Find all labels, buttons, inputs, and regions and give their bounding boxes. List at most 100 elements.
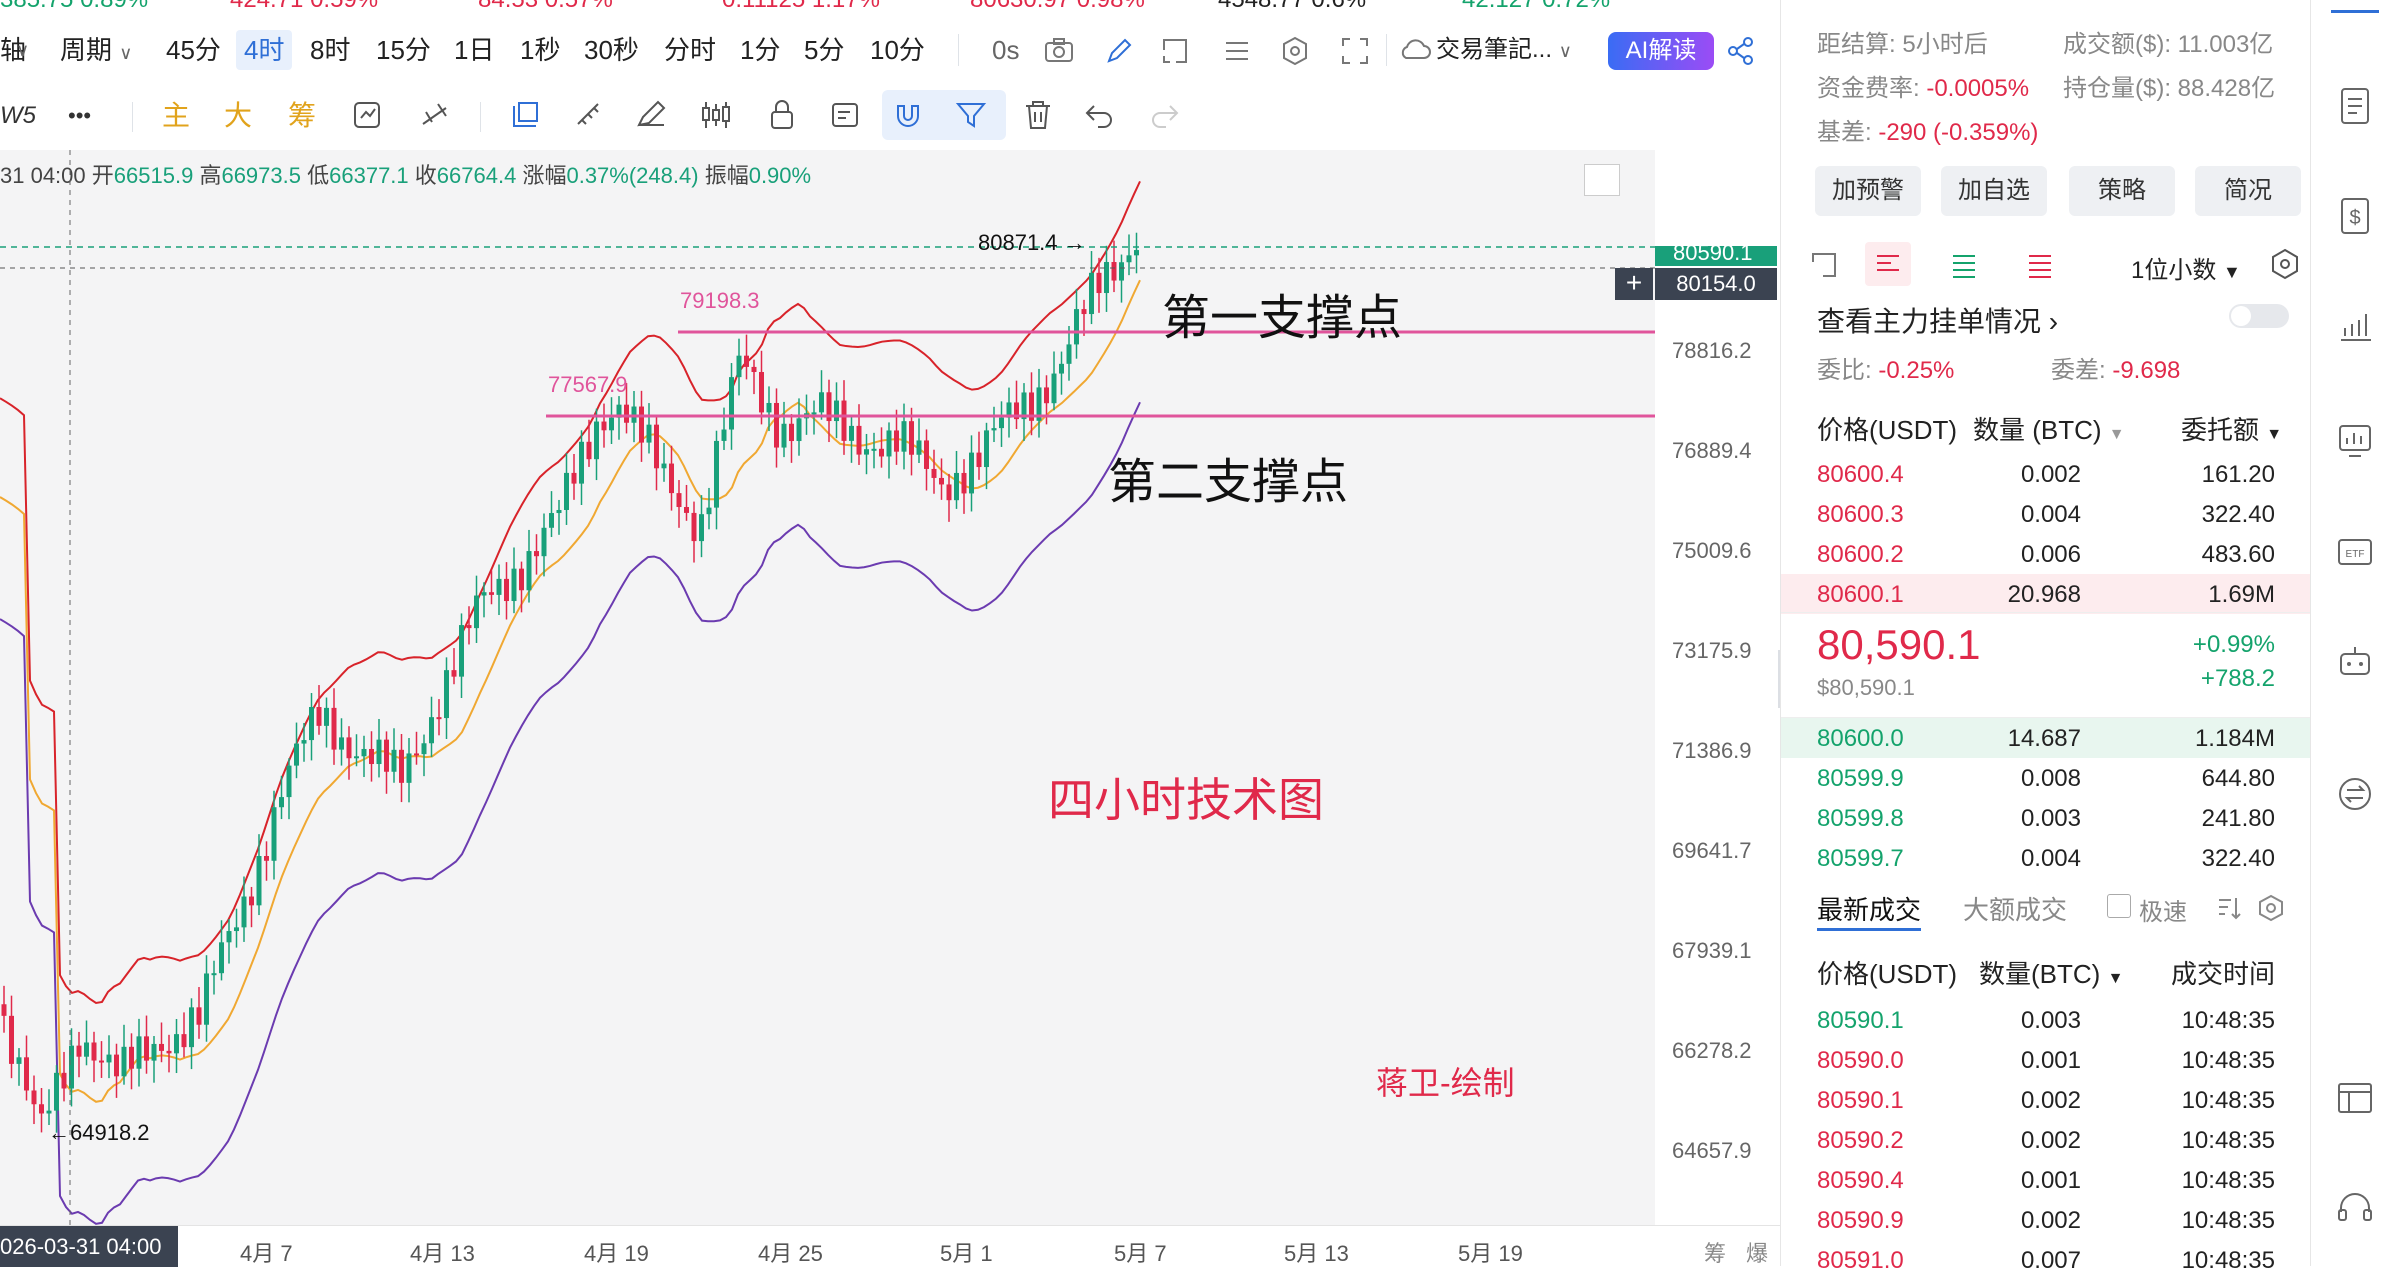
chip-distribution-button[interactable]: 筹 [288, 96, 316, 136]
period-30s[interactable]: 30秒 [584, 30, 639, 70]
time-axis[interactable]: 026-03-31 04:00 4月 7 4月 13 4月 19 4月 25 5… [0, 1225, 1780, 1267]
bid-row[interactable]: 80600.0 14.687 1.184M [1781, 718, 2311, 758]
tab-large-trades[interactable]: 大额成交 [1963, 890, 2067, 927]
settings-icon[interactable] [2269, 248, 2301, 280]
settings-icon[interactable] [1280, 36, 1310, 66]
ticker-item[interactable]: 385.75 0.89% [0, 0, 148, 14]
pencil-icon[interactable] [1104, 36, 1134, 66]
period-1d[interactable]: 1日 [454, 30, 494, 70]
period-10m[interactable]: 10分 [870, 30, 925, 70]
candle-body [879, 448, 884, 457]
main-indicator-button[interactable]: 主 [162, 96, 190, 136]
settings-icon[interactable] [2257, 894, 2285, 922]
cycle-dropdown[interactable]: 周期 ∨ [60, 30, 132, 70]
candle-body [316, 707, 322, 726]
sync-icon[interactable] [350, 98, 386, 134]
magnet-icon[interactable] [890, 98, 926, 134]
caret-down-icon: ▼ [2266, 426, 2283, 443]
period-4h[interactable]: 4时 [236, 30, 293, 70]
ruler-icon[interactable] [572, 98, 608, 134]
candle-body [819, 392, 824, 413]
ticker-item[interactable]: 0.11125 1.17% [722, 0, 880, 14]
bid-row[interactable]: 80599.9 0.008 644.80 [1781, 758, 2311, 798]
etf-icon[interactable]: ETF [2335, 532, 2375, 572]
trash-icon[interactable] [1020, 98, 1056, 134]
strategy-button[interactable]: 策略 [2069, 166, 2175, 216]
robot-icon[interactable] [2335, 642, 2375, 682]
orderbook-header-qty[interactable]: 数量 (BTC) ▼ [1973, 410, 2125, 447]
add-crosshair-icon[interactable]: + [1615, 268, 1653, 300]
chip-toggle[interactable]: 筹 [1704, 1236, 1726, 1268]
y-tick: 76889.4 [1672, 438, 1752, 463]
undo-icon[interactable] [1082, 98, 1118, 134]
ticker-item[interactable]: 424.71 0.59% [230, 0, 378, 14]
orderbook-header-amount[interactable]: 委托额 ▼ [2181, 410, 2282, 447]
candle-body [864, 449, 869, 455]
brush-icon[interactable] [634, 98, 670, 134]
candle-body [789, 423, 794, 442]
big-order-button[interactable]: 大 [224, 96, 252, 136]
redo-icon[interactable] [1146, 98, 1182, 134]
fast-mode-checkbox[interactable] [2107, 894, 2131, 918]
layout-icon[interactable] [2335, 1078, 2375, 1118]
ai-interpret-button[interactable]: AI解读 [1608, 32, 1714, 70]
dollar-doc-icon[interactable]: $ [2335, 196, 2375, 236]
ticker-item[interactable]: 84.53 0.57% [478, 0, 613, 14]
period-1s[interactable]: 1秒 [520, 30, 560, 70]
chart-up-icon[interactable] [2335, 306, 2375, 346]
headset-icon[interactable] [2335, 1188, 2375, 1228]
period-1m[interactable]: 1分 [740, 30, 780, 70]
ticker-item[interactable]: 80630.97 0.98% [970, 0, 1145, 14]
bid-row[interactable]: 80599.7 0.004 322.40 [1781, 838, 2311, 878]
main-orders-toggle[interactable] [2229, 304, 2289, 328]
more-icon[interactable]: ••• [68, 96, 91, 136]
add-watchlist-button[interactable]: 加自选 [1941, 166, 2047, 216]
liquidation-toggle[interactable]: 爆 [1746, 1236, 1768, 1268]
candles-icon[interactable] [698, 98, 734, 134]
period-15m[interactable]: 15分 [376, 30, 431, 70]
ask-row[interactable]: 80600.2 0.006 483.60 [1781, 534, 2311, 574]
measure-icon[interactable] [418, 98, 454, 134]
bid-row[interactable]: 80599.8 0.003 241.80 [1781, 798, 2311, 838]
orderbook-bids-icon[interactable] [1949, 250, 1979, 280]
frame-icon[interactable] [508, 98, 544, 134]
period-45m[interactable]: 45分 [166, 30, 221, 70]
trades-header-qty[interactable]: 数量(BTC) ▼ [1979, 954, 2123, 991]
main-orders-link[interactable]: 查看主力挂单情况 › [1817, 300, 2058, 340]
sort-icon[interactable] [2215, 894, 2243, 922]
transfer-icon[interactable] [2335, 774, 2375, 814]
tab-latest-trades[interactable]: 最新成交 [1817, 890, 1921, 927]
list-icon[interactable] [1222, 38, 1252, 64]
depth-view-icon[interactable] [1809, 250, 1839, 280]
ask-row[interactable]: 80600.3 0.004 322.40 [1781, 494, 2311, 534]
analytics-icon[interactable] [2335, 420, 2375, 460]
candle-body [1111, 262, 1117, 281]
period-toolbar: 轴 ∨ 周期 ∨ 45分 4时 8时 15分 1日 1秒 30秒 分时 1分 5… [0, 24, 1780, 76]
y-tick: 67939.1 [1672, 938, 1752, 963]
decimal-dropdown[interactable]: 1位小数 ▼ [2131, 250, 2241, 285]
ask-row[interactable]: 80600.1 20.968 1.69M [1781, 574, 2311, 614]
camera-icon[interactable] [1044, 36, 1074, 64]
trade-price: 80590.1 [1817, 1087, 1904, 1114]
fullscreen-select-icon[interactable] [1160, 36, 1190, 66]
lock-icon[interactable] [764, 98, 800, 134]
period-timeshare[interactable]: 分时 [664, 30, 716, 70]
menu-icon[interactable] [2331, 0, 2379, 13]
indicator-w5[interactable]: W5 [0, 96, 36, 136]
add-alert-button[interactable]: 加预警 [1815, 166, 1921, 216]
expand-icon[interactable] [1340, 36, 1370, 66]
share-icon[interactable] [1726, 36, 1756, 66]
scale-toggle-icon[interactable] [1584, 164, 1620, 196]
ticker-item[interactable]: 42.127 0.72% [1462, 0, 1610, 14]
orderbook-asks-icon[interactable] [2025, 250, 2055, 280]
ticker-item[interactable]: 4548.77 0.6% [1218, 0, 1366, 14]
ask-row[interactable]: 80600.4 0.002 161.20 [1781, 454, 2311, 494]
filter-icon[interactable] [954, 98, 990, 134]
overview-button[interactable]: 简况 [2195, 166, 2301, 216]
period-8h[interactable]: 8时 [310, 30, 350, 70]
period-5m[interactable]: 5分 [804, 30, 844, 70]
note-icon[interactable] [828, 98, 864, 134]
document-icon[interactable] [2335, 86, 2375, 126]
trade-notes-dropdown[interactable]: 交易筆記... ∨ [1436, 30, 1572, 70]
candle-body [901, 421, 907, 452]
